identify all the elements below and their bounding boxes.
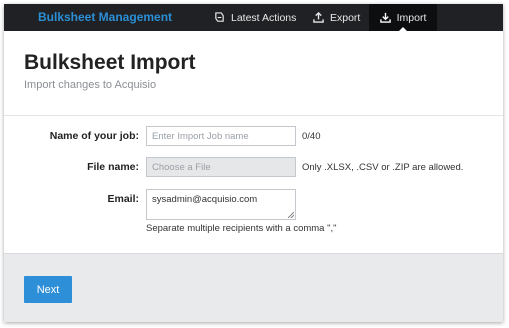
nav-import-label: Import — [396, 11, 427, 24]
email-label: Email: — [107, 193, 139, 205]
form-footer — [4, 253, 503, 322]
email-value: sysadmin@acquisio.com — [152, 194, 258, 205]
export-icon — [313, 12, 324, 23]
nav-export[interactable]: Export — [313, 4, 360, 31]
nav-latest-actions[interactable]: Latest Actions — [214, 4, 296, 31]
file-name-label: File name: — [87, 161, 139, 173]
job-name-label: Name of your job: — [49, 130, 139, 142]
import-form: Name of your job: Enter Import Job name … — [4, 115, 503, 254]
top-nav-bar: Bulksheet Management Latest Actions Expo… — [4, 4, 503, 32]
job-name-counter: 0/40 — [302, 131, 321, 142]
next-button[interactable]: Next — [24, 276, 72, 303]
file-chooser-input[interactable]: Choose a File — [146, 157, 296, 177]
import-icon — [379, 12, 391, 23]
email-textarea[interactable]: sysadmin@acquisio.com — [146, 189, 296, 220]
page-header: Bulksheet Import Import changes to Acqui… — [4, 31, 503, 115]
nav-latest-actions-label: Latest Actions — [231, 11, 297, 24]
nav-export-label: Export — [330, 11, 361, 24]
email-hint: Separate multiple recipients with a comm… — [146, 223, 337, 234]
brand-title[interactable]: Bulksheet Management — [38, 10, 172, 24]
latest-actions-icon — [215, 12, 224, 22]
file-type-hint: Only .XLSX, .CSV or .ZIP are allowed. — [302, 162, 464, 173]
resize-handle[interactable] — [288, 212, 294, 218]
app-window: Bulksheet Management Latest Actions Expo… — [4, 4, 503, 322]
page-subtitle: Import changes to Acquisio — [24, 79, 157, 91]
page-title: Bulksheet Import — [24, 51, 196, 74]
job-name-input[interactable]: Enter Import Job name — [146, 126, 296, 146]
